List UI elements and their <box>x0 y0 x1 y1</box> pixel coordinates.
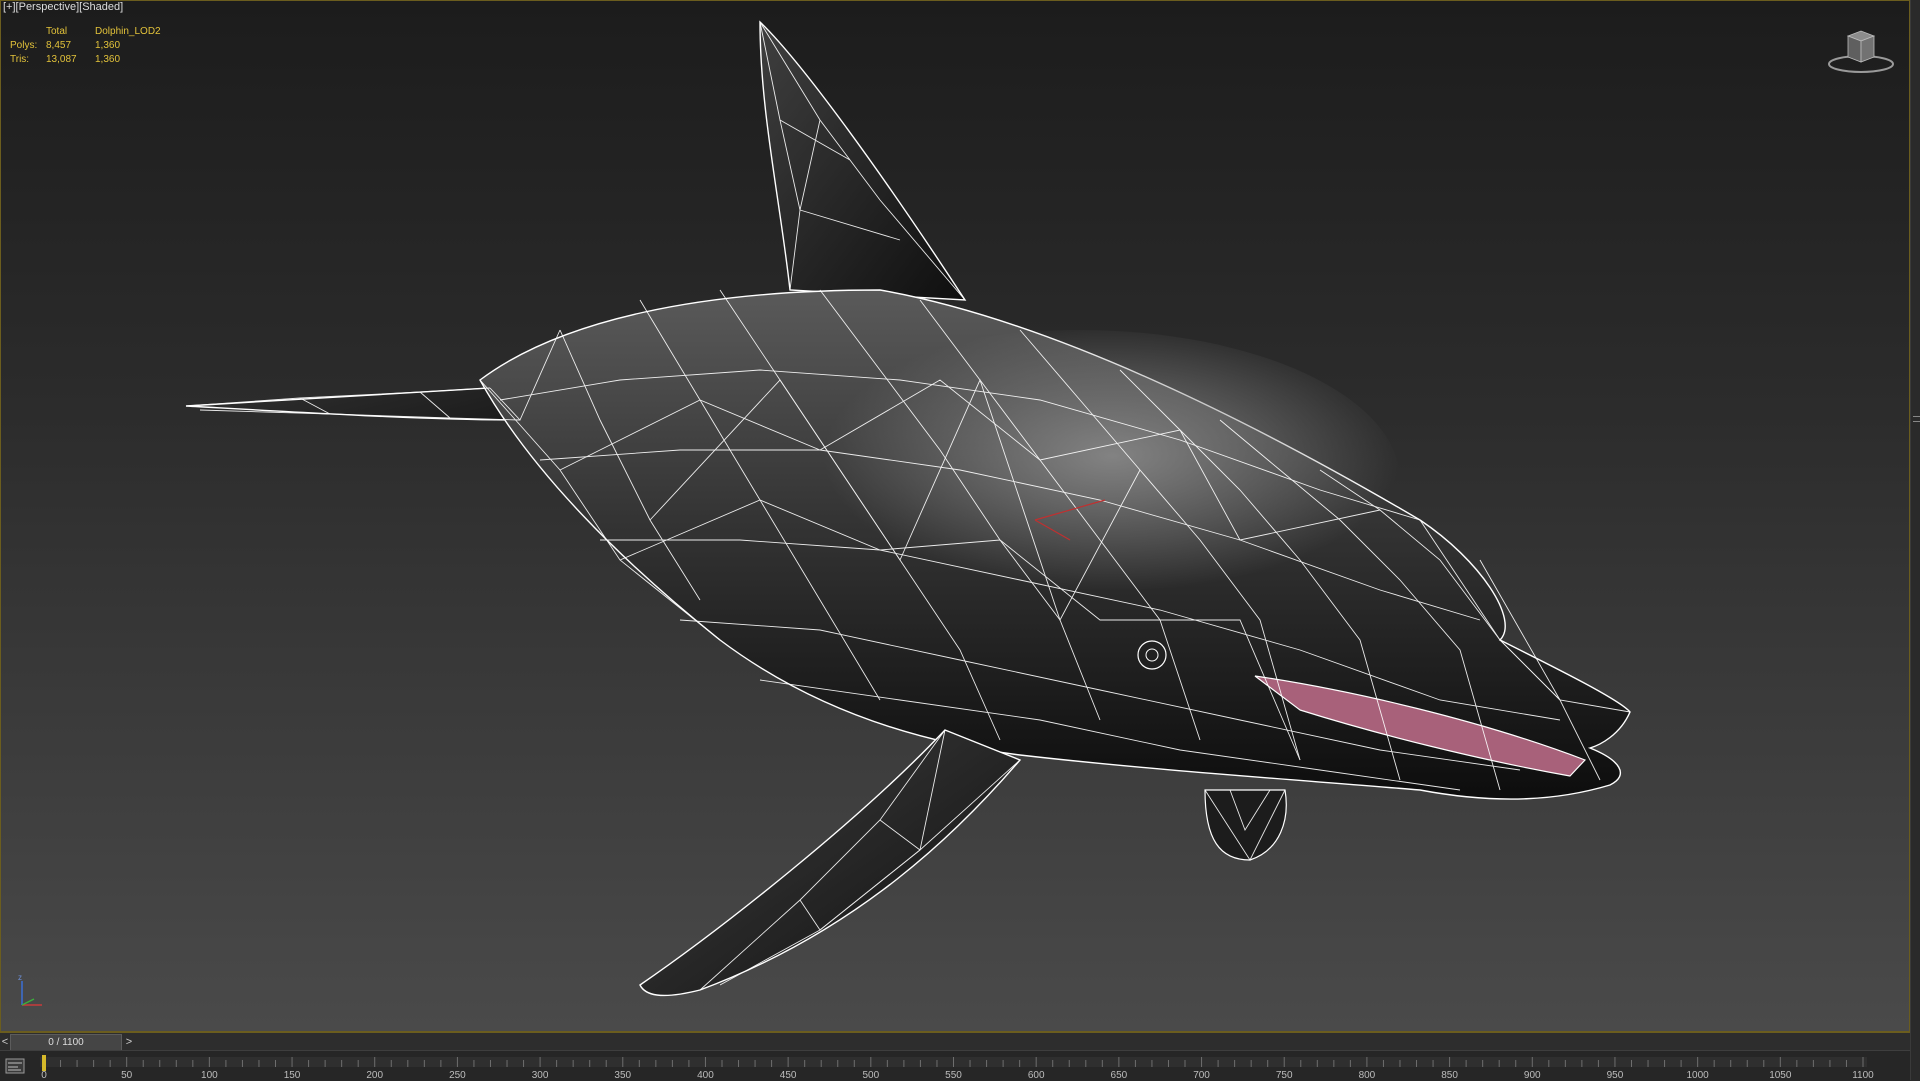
track-tick-label: 0 <box>41 1070 47 1081</box>
track-tick-label: 50 <box>121 1070 133 1081</box>
shading-menu[interactable]: [Shaded] <box>79 1 123 13</box>
viewport-label: [+][Perspective][Shaded] <box>3 1 123 13</box>
axis-tripod-icon: z <box>18 973 42 1006</box>
viewcube-icon[interactable] <box>1826 26 1896 76</box>
track-tick-label: 950 <box>1607 1070 1624 1081</box>
track-ruler[interactable]: 0 50 100 150 200 250 300 350 400 450 500 550 600 650 7… <box>0 1051 1910 1081</box>
dorsal-fin <box>759 20 967 301</box>
track-tick-label: 200 <box>366 1070 383 1081</box>
track-tick-label: 100 <box>201 1070 218 1081</box>
track-tick-label: 900 <box>1524 1070 1541 1081</box>
perspective-viewport[interactable]: [+][Perspective][Shaded] Total Dolphin_L… <box>0 0 1910 1032</box>
time-slider-thumb[interactable]: 0 / 1100 <box>10 1034 122 1051</box>
time-slider-bar: < 0 / 1100 > <box>0 1032 1910 1051</box>
track-tick-label: 450 <box>780 1070 797 1081</box>
belly-fin <box>1204 789 1287 861</box>
track-tick-label: 500 <box>862 1070 879 1081</box>
dolphin-mesh[interactable] <box>0 0 1910 1032</box>
pectoral-fin <box>639 729 1022 997</box>
track-tick-label: 1100 <box>1852 1070 1874 1081</box>
stats-total-heading: Total <box>46 26 68 37</box>
track-tick-label: 550 <box>945 1070 962 1081</box>
track-tick-label: 600 <box>1028 1070 1045 1081</box>
time-next-button[interactable]: > <box>123 1034 135 1050</box>
track-tick-label: 750 <box>1276 1070 1293 1081</box>
track-tick-label: 800 <box>1359 1070 1376 1081</box>
track-tick-label: 850 <box>1441 1070 1458 1081</box>
track-tick-label: 250 <box>449 1070 466 1081</box>
axis-z-label: z <box>18 973 22 982</box>
track-tick-label: 350 <box>614 1070 631 1081</box>
track-tick-label: 700 <box>1193 1070 1210 1081</box>
current-frame-marker[interactable] <box>42 1055 46 1071</box>
right-edge-panel <box>1910 0 1920 1080</box>
track-tick-label: 1050 <box>1769 1070 1792 1081</box>
time-prev-button[interactable]: < <box>0 1034 10 1050</box>
track-tick-label: 150 <box>284 1070 301 1081</box>
track-tick-label: 650 <box>1111 1070 1128 1081</box>
track-tick-label: 400 <box>697 1070 714 1081</box>
panel-grip-icon[interactable] <box>1913 416 1920 422</box>
view-point-menu[interactable]: [Perspective] <box>16 1 80 13</box>
viewport-menu-button[interactable]: [+] <box>3 1 16 13</box>
track-tick-label: 1000 <box>1687 1070 1710 1081</box>
track-bar[interactable]: 0 50 100 150 200 250 300 350 400 450 500 550 600 650 7… <box>0 1050 1910 1081</box>
stats-object-heading: Dolphin_LOD2 <box>95 26 161 37</box>
track-tick-label: 300 <box>532 1070 549 1081</box>
